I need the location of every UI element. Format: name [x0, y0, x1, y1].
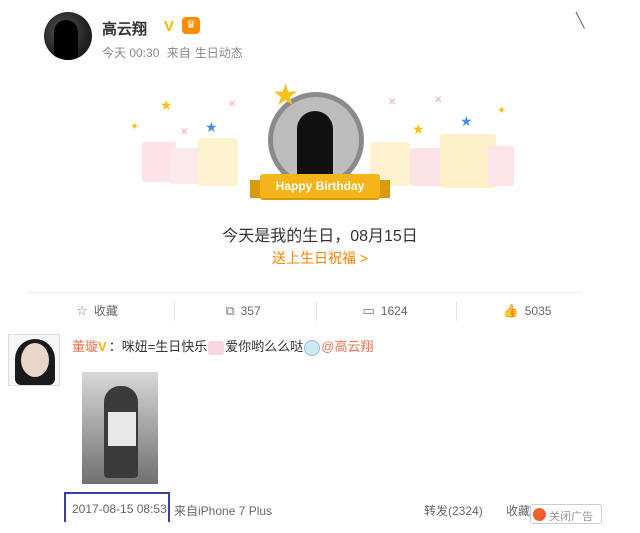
face-emoji-icon — [304, 339, 321, 356]
comment-timestamp[interactable]: 2017-08-15 08:53 — [72, 502, 167, 516]
comment-source: 来自iPhone 7 Plus — [174, 504, 273, 518]
like-count: 5035 — [524, 304, 552, 318]
repost-button[interactable]: ⧉ 357 — [174, 293, 312, 329]
star-decoration: ✦ — [497, 105, 507, 117]
sparkle-decoration: ✕ — [228, 99, 237, 110]
star-decoration: ★ — [412, 121, 425, 137]
divider — [456, 301, 457, 321]
commenter-name[interactable]: 董璇 — [72, 339, 98, 354]
comment-photo[interactable] — [82, 372, 158, 484]
cake-emoji-icon — [208, 340, 225, 355]
gold-star-icon: ★ — [272, 79, 299, 112]
star-decoration: ★ — [160, 97, 173, 113]
star-decoration: ★ — [205, 119, 218, 135]
comment-body-2: 爱你哟么么哒 — [225, 339, 304, 354]
comment-text: 董璇V ：咪妞=生日快乐 爱你哟么么哒 @高云翔 — [72, 336, 374, 356]
like-button[interactable]: 👍 5035 — [458, 293, 596, 329]
comment-button[interactable]: ▭ 1624 — [316, 293, 454, 329]
author-name[interactable]: 高云翔 — [102, 18, 147, 39]
close-ad-label: 关闭广告 — [549, 511, 593, 523]
post-header: 高云翔 V ♛ 今天 00:30 来自 生日动态 ╲ — [44, 12, 604, 62]
author-avatar[interactable] — [44, 12, 92, 60]
comment-collect-button[interactable]: 收藏 — [506, 502, 530, 519]
favorite-label: 收藏 — [93, 304, 118, 318]
post-time[interactable]: 今天 00:30 — [102, 46, 159, 60]
action-bar: ☆ 收藏 ⧉ 357 ▭ 1624 👍 5035 — [28, 292, 582, 328]
like-icon: 👍 — [502, 303, 519, 318]
send-wishes-link[interactable]: 送上生日祝福 > — [0, 248, 640, 268]
ad-icon — [533, 508, 546, 521]
commenter-avatar[interactable] — [8, 334, 60, 386]
favorite-button[interactable]: ☆ 收藏 — [28, 293, 166, 329]
sparkle-decoration: ✕ — [388, 97, 397, 108]
post-meta: 今天 00:30 来自 生日动态 — [102, 44, 247, 61]
comment-count: 1624 — [380, 304, 408, 318]
collapse-arrow-icon[interactable]: ╲ — [576, 12, 584, 29]
mention-link[interactable]: @高云翔 — [321, 339, 373, 354]
comment-footer: 2017-08-15 08:53 来自iPhone 7 Plus 转发(2324… — [0, 490, 640, 524]
sparkle-decoration: ✕ — [434, 95, 443, 106]
post-source[interactable]: 生日动态 — [195, 46, 243, 60]
repost-icon: ⧉ — [225, 303, 235, 318]
star-decoration: ✦ — [130, 121, 140, 133]
star-decoration: ★ — [460, 113, 473, 129]
star-outline-icon: ☆ — [76, 303, 88, 318]
birthday-message: 今天是我的生日，08月15日 — [222, 228, 418, 245]
gift-box-decoration — [488, 146, 514, 186]
comment-repost-button[interactable]: 转发(2324) — [424, 502, 483, 519]
close-ad-overlay[interactable]: 关闭广告 — [530, 504, 602, 524]
happy-birthday-ribbon: Happy Birthday — [260, 174, 380, 198]
comment-icon: ▭ — [362, 303, 375, 318]
sparkle-decoration: ✕ — [180, 127, 189, 138]
comment-item: 董璇V ：咪妞=生日快乐 爱你哟么么哒 @高云翔 2017-08-15 08:53 来… — [0, 330, 640, 533]
source-prefix: 来自 — [166, 46, 191, 60]
gift-box-decoration — [198, 138, 238, 186]
birthday-banner: ★ ★ ✦ ★ ★ ✦ ✕ ✕ ✕ ✕ ★ Happy Birthday — [120, 76, 520, 198]
verified-icon: V — [164, 18, 175, 35]
crown-badge-icon: ♛ — [182, 17, 200, 34]
repost-count: 357 — [240, 304, 261, 318]
verified-icon: V — [98, 339, 107, 354]
comment-body-1: ：咪妞=生日快乐 — [108, 339, 208, 354]
